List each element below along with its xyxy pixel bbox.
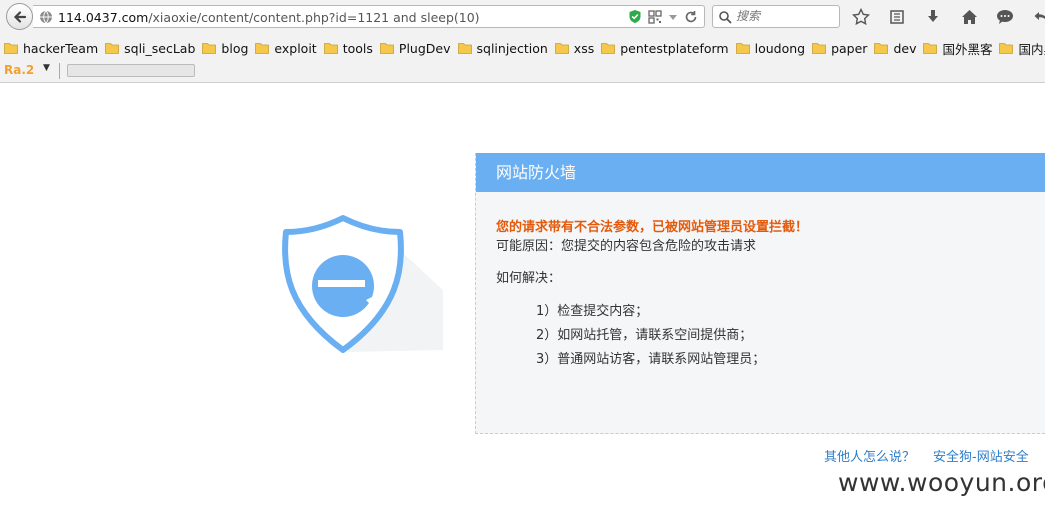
- undo-arrow-icon[interactable]: [1030, 6, 1045, 28]
- solution-step: 3）普通网站访客，请联系网站管理员；: [536, 352, 766, 367]
- bookmark-item[interactable]: PlugDev: [380, 41, 451, 56]
- shield-check-icon[interactable]: [628, 9, 642, 24]
- safedog-link[interactable]: 安全狗-网站安全: [933, 450, 1029, 465]
- bookmark-label: sqlinjection: [476, 40, 548, 56]
- bookmark-item[interactable]: blog: [202, 41, 248, 56]
- search-icon: [719, 11, 732, 24]
- bookmark-label: loudong: [754, 40, 806, 56]
- ra2-dropdown-icon[interactable]: ▼: [43, 63, 50, 73]
- folder-icon: [812, 43, 826, 54]
- url-host: 114.0437.com: [58, 10, 149, 25]
- bookmark-label: dev: [893, 40, 917, 56]
- folder-icon: [923, 43, 938, 54]
- search-box[interactable]: [712, 5, 840, 28]
- folder-icon: [601, 43, 616, 54]
- block-reason: 可能原因：您提交的内容包含危险的攻击请求: [496, 239, 757, 254]
- folder-icon: [4, 43, 18, 54]
- footer-links: 其他人怎么说？ 安全狗-网站安全: [824, 446, 1045, 465]
- bookmark-item[interactable]: exploit: [255, 40, 317, 56]
- bookmark-item[interactable]: loudong: [735, 40, 806, 56]
- addon-bar: Ra.2 ▼: [0, 60, 1045, 82]
- bookmark-label: blog: [221, 40, 249, 56]
- bookmark-label: tools: [342, 40, 373, 56]
- download-icon[interactable]: [922, 6, 944, 28]
- wooyun-watermark: www.wooyun.org: [838, 468, 1045, 497]
- folder-icon: [874, 43, 889, 54]
- bookmark-item[interactable]: hackerTeam: [4, 41, 98, 56]
- bookmark-label: PlugDev: [398, 40, 451, 56]
- folder-icon: [105, 43, 120, 54]
- back-button[interactable]: [6, 3, 33, 30]
- folder-icon: [202, 43, 217, 54]
- search-input[interactable]: [736, 9, 836, 23]
- bookmark-label: 国内黑客: [1018, 41, 1045, 57]
- url-icons: [628, 9, 698, 24]
- bookmark-item[interactable]: pentestplateform: [601, 40, 729, 56]
- folder-icon: [323, 43, 338, 54]
- waf-shield-logo: [282, 215, 443, 353]
- ra2-logo[interactable]: Ra.2: [4, 63, 34, 77]
- bookmark-item[interactable]: sqlinjection: [457, 40, 548, 56]
- bookmark-item[interactable]: tools: [323, 40, 373, 56]
- toolbar-icons: [850, 6, 1045, 28]
- bookmark-item[interactable]: xss: [554, 40, 595, 56]
- bookmark-star-icon[interactable]: [850, 6, 872, 28]
- folder-icon: [554, 43, 569, 54]
- browser-chrome: 114.0437.com/xiaoxie/content/content.php…: [0, 0, 1045, 83]
- bookmark-item[interactable]: sqli_secLab: [105, 41, 195, 56]
- others-say-link[interactable]: 其他人怎么说？: [824, 450, 915, 465]
- reload-icon[interactable]: [684, 10, 698, 24]
- bookmark-item[interactable]: dev: [874, 41, 916, 56]
- folder-icon: [255, 43, 270, 54]
- folder-icon: [457, 43, 472, 54]
- home-icon[interactable]: [958, 6, 980, 28]
- url-text[interactable]: 114.0437.com/xiaoxie/content/content.php…: [58, 10, 480, 25]
- bookmark-label: 国外黑客: [942, 41, 993, 57]
- panel-title: 网站防火墙: [476, 153, 1045, 192]
- waf-panel: 网站防火墙 您的请求带有不合法参数，已被网站管理员设置拦截！ 可能原因：您提交的…: [475, 153, 1045, 434]
- globe-icon: [40, 10, 52, 24]
- url-bar[interactable]: 114.0437.com/xiaoxie/content/content.php…: [33, 5, 705, 28]
- bookmark-label: sqli_secLab: [124, 40, 196, 56]
- url-path: /xiaoxie/content/content.php?id=1121 and…: [148, 10, 480, 25]
- reading-list-icon[interactable]: [886, 6, 908, 28]
- bookmark-label: exploit: [274, 40, 317, 56]
- solution-step: 2）如网站托管，请联系空间提供商；: [536, 328, 753, 343]
- dropdown-arrow-icon[interactable]: [668, 12, 678, 22]
- folder-icon: [735, 43, 750, 54]
- block-warning: 您的请求带有不合法参数，已被网站管理员设置拦截！: [496, 220, 809, 235]
- bookmark-item[interactable]: paper: [812, 41, 867, 56]
- nav-bar: 114.0437.com/xiaoxie/content/content.php…: [0, 0, 1045, 33]
- bookmark-label: paper: [831, 40, 868, 56]
- bookmark-label: pentestplateform: [620, 40, 729, 56]
- addon-divider: [59, 63, 60, 79]
- folder-icon: [380, 43, 394, 54]
- bookmark-label: hackerTeam: [23, 40, 99, 56]
- solution-step: 1）检查提交内容；: [536, 304, 649, 319]
- solution-steps: 1）检查提交内容； 2）如网站托管，请联系空间提供商； 3）普通网站访客，请联系…: [536, 300, 765, 372]
- back-arrow-icon: [13, 10, 26, 23]
- bookmarks-bar: hackerTeam sqli_secLab blog exploit tools Plu…: [0, 37, 1045, 59]
- qrcode-icon[interactable]: [648, 9, 662, 24]
- ra2-input[interactable]: [67, 64, 195, 77]
- howto-heading: 如何解决：: [496, 271, 562, 286]
- bookmark-item[interactable]: 国内黑客: [999, 39, 1045, 58]
- bookmark-label: xss: [573, 40, 595, 56]
- bookmark-item[interactable]: 国外黑客: [923, 39, 992, 58]
- chat-icon[interactable]: [994, 6, 1016, 28]
- folder-icon: [999, 43, 1014, 54]
